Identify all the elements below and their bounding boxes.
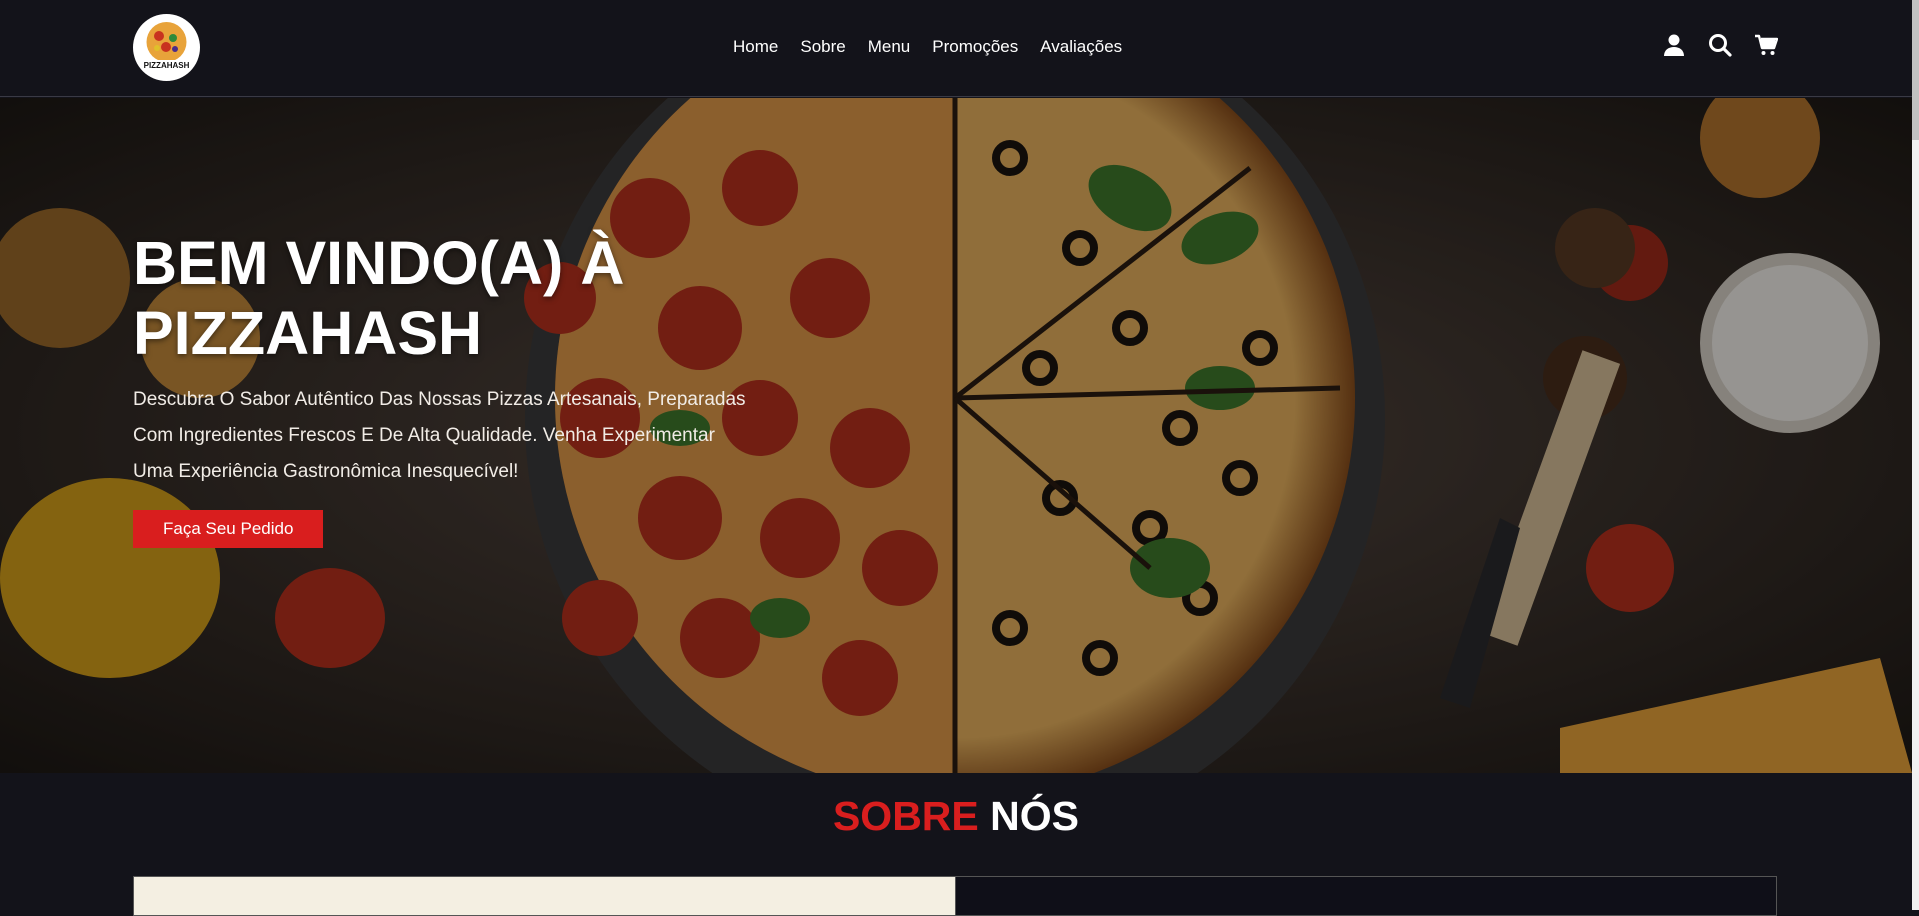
search-icon[interactable]	[1708, 33, 1732, 57]
order-button[interactable]: Faça Seu Pedido	[133, 510, 324, 548]
scrollbar-thumb[interactable]	[1912, 0, 1919, 140]
about-title-red: SOBRE	[832, 793, 979, 839]
hero-title-line2: PIZZAHASH	[133, 299, 483, 367]
hero-banner: BEM VINDO(A) À PIZZAHASH Descubra O Sabo…	[0, 98, 1912, 773]
user-icon[interactable]	[1662, 33, 1686, 57]
about-section-title: SOBRE NÓS	[0, 793, 1912, 840]
nav-avaliacoes[interactable]: Avaliações	[1040, 37, 1122, 57]
nav-menu[interactable]: Menu	[868, 37, 911, 57]
site-header: PIZZAHASH Home Sobre Menu Promoções Aval…	[0, 0, 1912, 97]
svg-text:PIZZAHASH: PIZZAHASH	[144, 61, 190, 70]
header-icons	[1662, 33, 1779, 57]
about-text-panel	[956, 876, 1777, 916]
nav-promocoes[interactable]: Promoções	[932, 37, 1018, 57]
main-nav: Home Sobre Menu Promoções Avaliações	[733, 37, 1144, 57]
hero-title-line1: BEM VINDO(A) À	[133, 229, 625, 297]
about-title-white: NÓS	[990, 793, 1080, 839]
hero-title: BEM VINDO(A) À PIZZAHASH	[133, 228, 753, 368]
page-scrollbar[interactable]	[1912, 0, 1919, 910]
hero-subtitle: Descubra O Sabor Autêntico Das Nossas Pi…	[133, 389, 746, 482]
nav-sobre[interactable]: Sobre	[800, 37, 845, 57]
pizzahash-logo[interactable]: PIZZAHASH	[133, 14, 200, 81]
cart-icon[interactable]	[1754, 33, 1779, 57]
nav-home[interactable]: Home	[733, 37, 778, 57]
hero-content: BEM VINDO(A) À PIZZAHASH Descubra O Sabo…	[133, 228, 753, 548]
about-image	[133, 876, 956, 916]
